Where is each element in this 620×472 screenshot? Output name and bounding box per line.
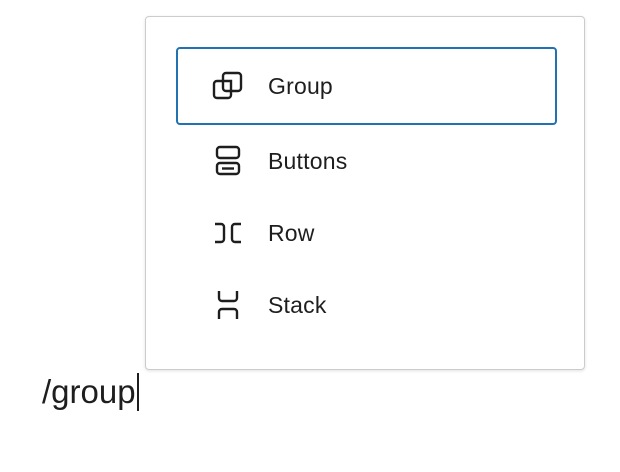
editor-canvas: Group Buttons Row Stack /group	[0, 0, 620, 472]
block-suggestion-list: Group Buttons Row Stack	[176, 47, 557, 341]
suggestion-label: Row	[268, 219, 315, 246]
suggestion-label: Buttons	[268, 147, 348, 174]
row-icon	[210, 215, 246, 251]
group-icon	[210, 68, 246, 104]
suggestion-label: Stack	[268, 291, 327, 318]
slash-command-text: /group	[42, 373, 136, 410]
stack-icon	[210, 287, 246, 323]
buttons-icon	[210, 143, 246, 179]
paragraph-block-input[interactable]: /group	[42, 372, 139, 412]
suggestion-item-stack[interactable]: Stack	[176, 269, 557, 341]
suggestion-item-buttons[interactable]: Buttons	[176, 125, 557, 197]
text-caret	[136, 373, 139, 411]
suggestion-item-row[interactable]: Row	[176, 197, 557, 269]
block-inserter-popover: Group Buttons Row Stack	[145, 16, 585, 370]
suggestion-item-group[interactable]: Group	[176, 47, 557, 125]
suggestion-label: Group	[268, 72, 333, 99]
